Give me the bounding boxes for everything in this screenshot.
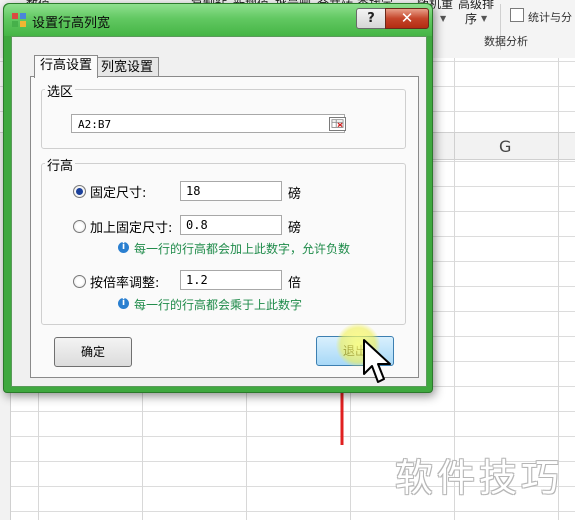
column-header-g[interactable]: G [454,133,559,159]
dialog-titlebar[interactable]: 设置行高列宽 ? ✕ [4,4,432,36]
mouse-pointer-icon [363,339,391,383]
info-icon: i [118,298,129,309]
info-icon: i [118,242,129,253]
tab-column-width[interactable]: 列宽设置 [95,57,160,77]
dialog-title: 设置行高列宽 [32,16,111,31]
multiply-hint: 每一行的行高都会乘于上此数字 [134,298,303,312]
chevron-down-icon[interactable]: ▼ [481,14,487,23]
range-picker-icon[interactable] [329,117,346,131]
selection-group-title: 选区 [45,81,76,100]
add-size-hint: 每一行的行高都会加上此数字，允许负数 [134,242,351,256]
ok-button[interactable]: 确定 [54,337,132,367]
fixed-size-input[interactable]: 18 [180,181,282,201]
tab-row-height[interactable]: 行高设置 [34,55,99,78]
add-size-unit: 磅 [288,221,302,236]
fixed-size-label: 固定尺寸: [90,186,147,201]
multiply-unit: 倍 [288,276,302,291]
fixed-size-radio[interactable] [73,185,86,198]
fixed-size-unit: 磅 [288,187,302,202]
row-height-group-title: 行高 [45,155,76,174]
ribbon-item-statistics[interactable]: 统计与分 [528,9,572,25]
chevron-down-icon[interactable]: ▼ [440,14,446,23]
add-size-input[interactable]: 0.8 [180,215,282,235]
multiply-radio[interactable] [73,275,86,288]
watermark: 软件技巧 [394,456,563,500]
statistics-icon[interactable] [510,8,524,22]
dialog-app-icon [12,13,26,27]
add-size-label: 加上固定尺寸: [90,221,173,236]
ribbon-group-label: 数据分析 [484,35,528,48]
multiply-input[interactable]: 1.2 [180,270,282,290]
add-size-radio[interactable] [73,220,86,233]
ribbon-sort-line2: 序 [465,12,478,26]
multiply-label: 按倍率调整: [90,276,160,291]
column-header-h[interactable] [558,133,575,159]
column-label: G [499,137,512,156]
help-button[interactable]: ? [356,8,386,29]
range-input[interactable]: A2:B7 [71,114,345,133]
close-button[interactable]: ✕ [385,8,429,29]
